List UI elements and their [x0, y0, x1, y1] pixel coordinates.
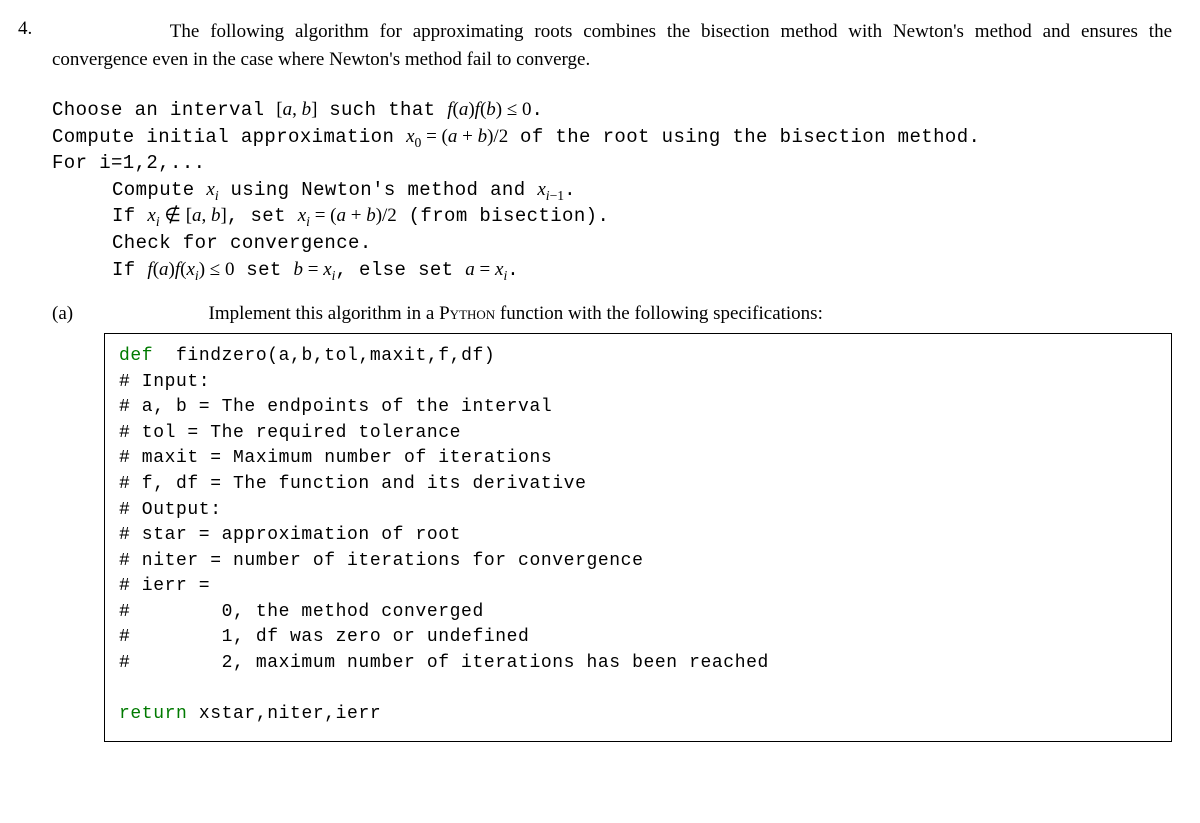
algo-text: (from bisection).: [397, 205, 609, 227]
code-box: def findzero(a,b,tol,maxit,f,df) # Input…: [104, 333, 1172, 742]
math-xim1: xi−1: [537, 179, 564, 200]
algo-text: Choose an interval: [52, 99, 276, 121]
problem-body: The following algorithm for approximatin…: [52, 18, 1172, 742]
part-a-text: Implement this algorithm in a Python fun…: [104, 303, 1172, 325]
code-line: # niter = number of iterations for conve…: [119, 551, 643, 571]
code-line: # maxit = Maximum number of iterations: [119, 448, 552, 468]
algo-text: .: [564, 179, 576, 201]
algo-text: If: [112, 259, 147, 281]
algo-text: Compute initial approximation: [52, 126, 406, 148]
algo-text: .: [507, 259, 519, 281]
math-faxi: f(a)f(xi) ≤ 0: [147, 259, 234, 280]
math-xi-eq: xi = (a + b)/2: [298, 205, 397, 226]
algo-line-1: Choose an interval [a, b] such that f(a)…: [52, 97, 1172, 124]
algo-text: Check for convergence.: [112, 232, 372, 254]
algo-text: using Newton's method and: [219, 179, 538, 201]
problem-block: 4. The following algorithm for approxima…: [18, 18, 1172, 742]
algo-line-2: Compute initial approximation x0 = (a + …: [52, 124, 1172, 151]
algo-text: , set: [227, 205, 298, 227]
algorithm-block: Choose an interval [a, b] such that f(a)…: [52, 97, 1172, 283]
code-line: # ierr =: [119, 576, 210, 596]
part-a-text-pre: Implement this algorithm in a: [209, 303, 440, 324]
code-kw-return: return: [119, 704, 187, 724]
math-xi-notin: xi ∉ [a, b]: [147, 205, 226, 226]
algo-text: of the root using the bisection method.: [508, 126, 980, 148]
math-fafb: f(a)f(b) ≤ 0: [447, 99, 531, 120]
code-line: # 1, df was zero or undefined: [119, 627, 529, 647]
algo-text: set: [234, 259, 293, 281]
problem-intro: The following algorithm for approximatin…: [52, 18, 1172, 73]
problem-number: 4.: [18, 18, 52, 40]
part-a-row: (a) Implement this algorithm in a Python…: [52, 303, 1172, 325]
algo-line-4: Compute xi using Newton's method and xi−…: [52, 177, 1172, 204]
math-beq: b = xi: [293, 259, 335, 280]
code-line: # 0, the method converged: [119, 602, 484, 622]
code-line: # a, b = The endpoints of the interval: [119, 397, 552, 417]
code-line: # tol = The required tolerance: [119, 423, 461, 443]
algo-line-3: For i=1,2,...: [52, 150, 1172, 177]
algo-line-7: If f(a)f(xi) ≤ 0 set b = xi, else set a …: [52, 257, 1172, 284]
code-kw-def: def: [119, 346, 153, 366]
algo-text: .: [532, 99, 544, 121]
code-line: # star = approximation of root: [119, 525, 461, 545]
math-xi: xi: [206, 179, 218, 200]
algo-line-6: Check for convergence.: [52, 230, 1172, 257]
math-interval: [a, b]: [276, 99, 317, 120]
page: 4. The following algorithm for approxima…: [0, 0, 1200, 770]
algo-text: Compute: [112, 179, 206, 201]
code-line: xstar,niter,ierr: [187, 704, 381, 724]
code-line: findzero(a,b,tol,maxit,f,df): [153, 346, 495, 366]
code-line: # 2, maximum number of iterations has be…: [119, 653, 769, 673]
part-a-label: (a): [52, 303, 104, 325]
algo-text: , else set: [335, 259, 465, 281]
code-line: # f, df = The function and its derivativ…: [119, 474, 586, 494]
part-a-text-post: function with the following specificatio…: [495, 303, 823, 324]
code-line: # Output:: [119, 500, 222, 520]
math-x0: x0 = (a + b)/2: [406, 126, 508, 147]
python-name: Python: [439, 303, 495, 324]
algo-text: such that: [317, 99, 447, 121]
code-line: # Input:: [119, 372, 210, 392]
algo-line-5: If xi ∉ [a, b], set xi = (a + b)/2 (from…: [52, 203, 1172, 230]
algo-text: If: [112, 205, 147, 227]
math-aeq: a = xi: [465, 259, 507, 280]
algo-text: For i=1,2,...: [52, 152, 205, 174]
